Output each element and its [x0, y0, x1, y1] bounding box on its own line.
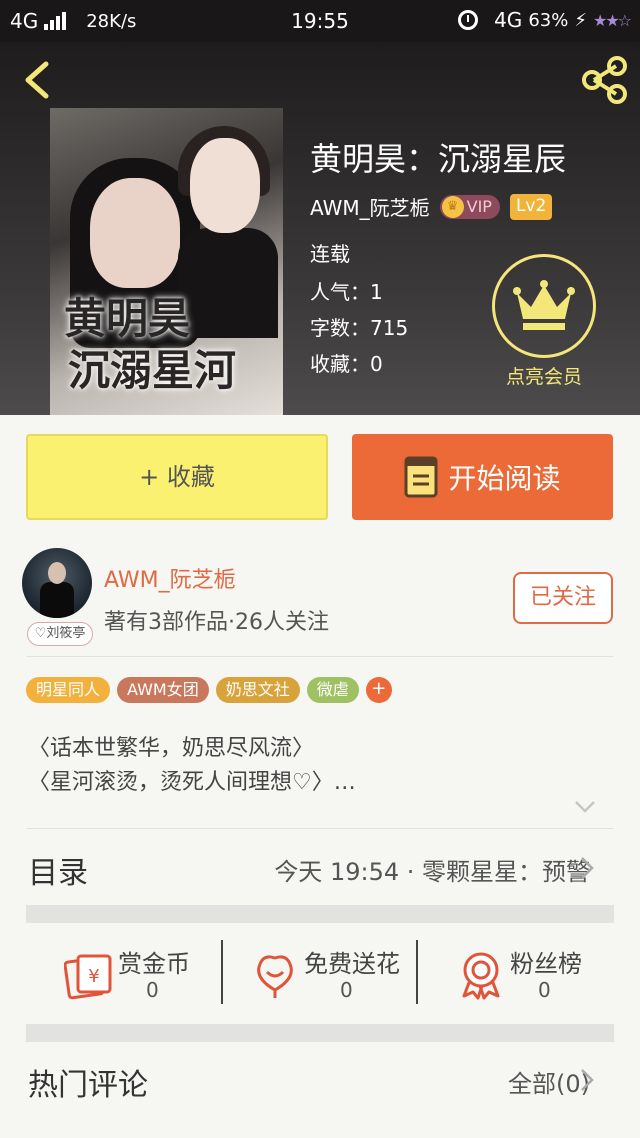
tag-item[interactable]: 明星同人 [26, 677, 111, 703]
book-popularity: 人气：1 [310, 280, 383, 304]
book-status: 连载 [310, 242, 350, 266]
cover-title-line1: 黄明昊 [64, 294, 191, 343]
status-bar: 4G 28K/s 19:55 4G 63% ⚡ ★★☆ [0, 0, 640, 42]
free-flower-item[interactable]: 免费送花 0 [250, 942, 400, 1008]
fan-ranking-label: 粉丝榜 [510, 950, 582, 978]
book-title: 黄明昊：沉溺星辰 [310, 140, 567, 178]
crown-icon: ♛ [441, 195, 464, 218]
network-type-right: 4G [494, 8, 523, 32]
level-badge: Lv2 [509, 193, 553, 220]
book-author-row: AWM_阮芝栀 ♛ VIP Lv2 [310, 192, 553, 221]
member-label: 点亮会员 [505, 366, 582, 388]
cover-title: 黄明昊 沉溺星河 [64, 293, 274, 397]
tag-item[interactable]: 奶思文社 [215, 677, 300, 703]
avatar-tag: ♡刘筱亭 [27, 622, 93, 646]
vip-label: VIP [466, 197, 492, 216]
description-line: 〈星河滚烫，烫死人间理想♡〉… [28, 770, 356, 795]
member-button[interactable]: 点亮会员 [492, 254, 596, 389]
chevron-right-icon[interactable] [580, 1068, 594, 1092]
add-tag-button[interactable]: + [365, 677, 392, 703]
divider [26, 828, 614, 829]
share-icon [582, 56, 627, 104]
cover-title-line2: 沉溺星河 [68, 346, 237, 395]
hot-comments-title: 热门评论 [28, 1068, 148, 1103]
book-header: 黄明昊 沉溺星河 黄明昊：沉溺星辰 AWM_阮芝栀 ♛ VIP Lv2 连载 人… [0, 42, 640, 415]
reward-coins-item[interactable]: ¥ 赏金币 0 [64, 942, 194, 1008]
follow-button[interactable]: 已关注 [513, 572, 613, 624]
book-favorites: 收藏：0 [310, 352, 383, 376]
fan-ranking-item[interactable]: 粉丝榜 0 [456, 942, 586, 1008]
avatar-head [48, 562, 66, 584]
status-right: 4G 63% ⚡ ★★☆ [458, 8, 632, 32]
all-comments-link[interactable]: 全部(0) [508, 1064, 590, 1099]
alarm-icon [458, 10, 479, 30]
avatar[interactable] [22, 548, 92, 618]
catalog-title[interactable]: 目录 [28, 848, 88, 892]
author-name[interactable]: AWM_阮芝栀 [104, 562, 236, 594]
tag-item[interactable]: AWM女团 [117, 677, 209, 703]
divider [26, 656, 614, 657]
cover-figure-face [90, 178, 180, 288]
share-button[interactable] [580, 56, 630, 104]
section-separator [26, 1024, 614, 1042]
fan-ranking-value: 0 [538, 978, 551, 1002]
vip-badge: ♛ VIP [439, 194, 500, 219]
book-icon [404, 456, 438, 498]
section-separator [26, 905, 614, 923]
stars-icon: ★★☆ [592, 10, 632, 30]
tag-item[interactable]: 微虐 [306, 677, 359, 703]
divider [221, 940, 223, 1004]
chevron-right-icon[interactable] [580, 856, 594, 880]
back-button[interactable] [18, 58, 58, 102]
avatar-body [40, 582, 74, 618]
reward-coins-label: 赏金币 [118, 950, 190, 978]
start-reading-label: 开始阅读 [448, 462, 561, 495]
book-description[interactable]: 〈话本世繁华，奶思尽风流〉 〈星河滚烫，烫死人间理想♡〉… [28, 732, 356, 800]
cover-figure2-face [190, 138, 260, 233]
author-meta: 著有3部作品·26人关注 [104, 610, 329, 635]
book-cover[interactable]: 黄明昊 沉溺星河 [50, 108, 283, 415]
flower-icon [257, 955, 293, 998]
chevron-down-icon[interactable] [574, 800, 596, 814]
member-ring [492, 254, 596, 358]
chevron-left-icon [25, 61, 49, 99]
svg-text:¥: ¥ [88, 966, 99, 987]
book-word-count: 字数：715 [310, 316, 409, 340]
description-line: 〈话本世繁华，奶思尽风流〉 [28, 736, 315, 761]
favorite-button[interactable]: + 收藏 [26, 434, 328, 520]
tag-list: 明星同人 AWM女团 奶思文社 微虐 + [26, 677, 392, 703]
divider [416, 940, 418, 1004]
start-reading-button[interactable]: 开始阅读 [352, 434, 613, 520]
free-flower-label: 免费送花 [304, 950, 400, 978]
medal-icon [462, 952, 500, 1000]
charging-icon: ⚡ [574, 9, 587, 31]
gold-coin-envelope-icon: ¥ [64, 954, 112, 1000]
battery-level: 63% [528, 9, 569, 31]
free-flower-value: 0 [340, 978, 353, 1002]
catalog-latest-chapter[interactable]: 今天 19:54 · 零颗星星：预警 [274, 852, 590, 887]
crown-icon [513, 280, 575, 330]
reward-coins-value: 0 [146, 978, 159, 1002]
book-author[interactable]: AWM_阮芝栀 [310, 192, 430, 221]
